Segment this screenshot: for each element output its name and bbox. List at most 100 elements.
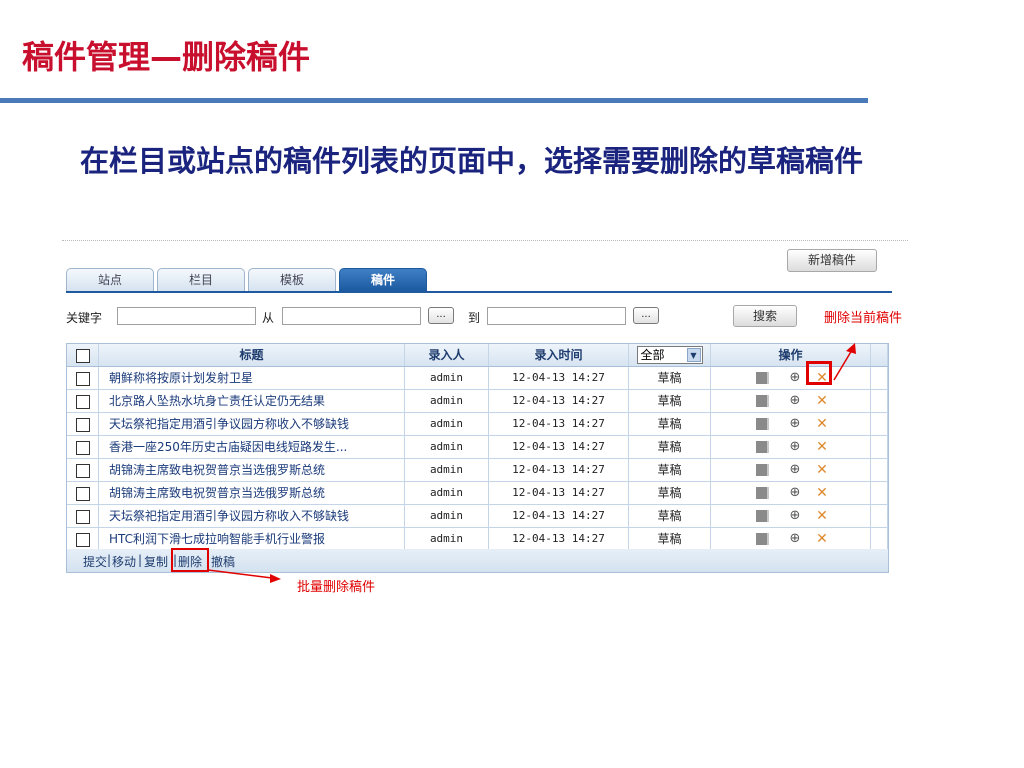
preview-icon[interactable]: [756, 487, 769, 499]
row-title-link[interactable]: 胡锦涛主席致电祝贺普京当选俄罗斯总统: [99, 482, 405, 504]
date-from-input[interactable]: [282, 307, 421, 325]
row-status: 草稿: [629, 459, 711, 481]
row-checkbox[interactable]: [75, 463, 90, 478]
submit-link[interactable]: 提交: [83, 553, 107, 570]
preview-icon[interactable]: [756, 464, 769, 476]
table-row: 北京路人坠热水坑身亡责任认定仍无结果 admin 12-04-13 14:27 草稿 ⊕…: [67, 390, 888, 413]
table-row: 朝鲜称将按原计划发射卫星 admin 12-04-13 14:27 草稿 ⊕ ✕: [67, 367, 888, 390]
row-title-link[interactable]: HTC利润下滑七成拉响智能手机行业警报: [99, 528, 405, 550]
row-spacer: [871, 436, 888, 458]
row-ops: ⊕ ✕: [711, 367, 871, 389]
search-button[interactable]: 搜索: [733, 305, 797, 327]
row-author: admin: [405, 528, 489, 550]
row-checkbox[interactable]: [75, 486, 90, 501]
row-ops: ⊕ ✕: [711, 528, 871, 550]
delete-icon[interactable]: ✕: [815, 509, 829, 523]
row-title-link[interactable]: 胡锦涛主席致电祝贺普京当选俄罗斯总统: [99, 459, 405, 481]
preview-icon[interactable]: [756, 533, 769, 545]
row-status: 草稿: [629, 505, 711, 527]
preview-icon[interactable]: [756, 510, 769, 522]
row-author: admin: [405, 413, 489, 435]
row-spacer: [871, 367, 888, 389]
zoom-in-icon[interactable]: ⊕: [788, 509, 802, 523]
status-filter-value: 全部: [640, 348, 665, 362]
status-filter-select[interactable]: 全部 ▼: [636, 346, 703, 364]
separator: |: [107, 553, 112, 567]
batch-delete-highlight: [171, 548, 209, 572]
row-spacer: [871, 505, 888, 527]
table-row: 天坛祭祀指定用酒引争议园方称收入不够缺钱 admin 12-04-13 14:27 草…: [67, 413, 888, 436]
row-title-link[interactable]: 香港一座250年历史古庙疑因电线短路发生...: [99, 436, 405, 458]
delete-current-annotation: 删除当前稿件: [824, 311, 903, 326]
withdraw-link[interactable]: 撤稿: [211, 553, 235, 570]
row-time: 12-04-13 14:27: [489, 459, 629, 481]
row-author: admin: [405, 505, 489, 527]
row-checkbox[interactable]: [75, 532, 90, 547]
row-checkbox[interactable]: [75, 394, 90, 409]
title-divider: [0, 98, 868, 103]
row-ops: ⊕ ✕: [711, 505, 871, 527]
delete-icon[interactable]: ✕: [815, 463, 829, 477]
row-checkbox[interactable]: [75, 371, 90, 386]
row-select-cell: [67, 413, 99, 435]
zoom-in-icon[interactable]: ⊕: [788, 417, 802, 431]
row-title-link[interactable]: 北京路人坠热水坑身亡责任认定仍无结果: [99, 390, 405, 412]
zoom-in-icon[interactable]: ⊕: [788, 486, 802, 500]
tab-template[interactable]: 模板: [248, 268, 336, 291]
move-link[interactable]: 移动: [112, 553, 136, 570]
row-title-link[interactable]: 天坛祭祀指定用酒引争议园方称收入不够缺钱: [99, 413, 405, 435]
tab-site[interactable]: 站点: [66, 268, 154, 291]
row-spacer: [871, 528, 888, 550]
chevron-down-icon: ▼: [686, 348, 701, 362]
copy-link[interactable]: 复制: [144, 553, 168, 570]
select-all-checkbox[interactable]: [75, 348, 90, 363]
date-to-picker-button[interactable]: ...: [633, 307, 659, 324]
delete-icon[interactable]: ✕: [815, 417, 829, 431]
row-checkbox[interactable]: [75, 417, 90, 432]
row-time: 12-04-13 14:27: [489, 528, 629, 550]
header-status-cell: 全部 ▼: [629, 344, 711, 366]
date-from-picker-button[interactable]: ...: [428, 307, 454, 324]
keyword-input[interactable]: [117, 307, 256, 325]
delete-icon[interactable]: ✕: [815, 394, 829, 408]
article-table: 标题 录入人 录入时间 全部 ▼ 操作 朝鲜称将按原计划发射卫星 admin 12-0…: [66, 343, 889, 552]
row-select-cell: [67, 459, 99, 481]
to-label: 到: [468, 311, 481, 325]
slide-subtitle: 在栏目或站点的稿件列表的页面中，选择需要删除的草稿稿件: [80, 144, 864, 178]
table-row: 天坛祭祀指定用酒引争议园方称收入不够缺钱 admin 12-04-13 14:27 草…: [67, 505, 888, 528]
row-checkbox[interactable]: [75, 440, 90, 455]
row-ops: ⊕ ✕: [711, 482, 871, 504]
zoom-in-icon[interactable]: ⊕: [788, 463, 802, 477]
preview-icon[interactable]: [756, 372, 769, 384]
row-time: 12-04-13 14:27: [489, 413, 629, 435]
preview-icon[interactable]: [756, 395, 769, 407]
search-bar: 关键字 从 ... 到 ...: [66, 304, 926, 328]
row-title-link[interactable]: 朝鲜称将按原计划发射卫星: [99, 367, 405, 389]
zoom-in-icon[interactable]: ⊕: [788, 394, 802, 408]
delete-current-highlight: [806, 361, 832, 385]
delete-icon[interactable]: ✕: [815, 440, 829, 454]
row-time: 12-04-13 14:27: [489, 390, 629, 412]
zoom-in-icon[interactable]: ⊕: [788, 440, 802, 454]
row-checkbox[interactable]: [75, 509, 90, 524]
date-to-input[interactable]: [487, 307, 626, 325]
row-ops: ⊕ ✕: [711, 413, 871, 435]
row-author: admin: [405, 367, 489, 389]
row-spacer: [871, 390, 888, 412]
zoom-in-icon[interactable]: ⊕: [788, 371, 802, 385]
preview-icon[interactable]: [756, 441, 769, 453]
table-header: 标题 录入人 录入时间 全部 ▼ 操作: [67, 344, 888, 367]
delete-icon[interactable]: ✕: [815, 486, 829, 500]
preview-icon[interactable]: [756, 418, 769, 430]
from-label: 从: [262, 311, 275, 325]
row-title-link[interactable]: 天坛祭祀指定用酒引争议园方称收入不够缺钱: [99, 505, 405, 527]
zoom-in-icon[interactable]: ⊕: [788, 532, 802, 546]
delete-icon[interactable]: ✕: [815, 532, 829, 546]
row-ops: ⊕ ✕: [711, 390, 871, 412]
separator: |: [138, 553, 143, 567]
dotted-divider: [62, 240, 908, 241]
tab-article[interactable]: 稿件: [339, 268, 427, 291]
row-status: 草稿: [629, 436, 711, 458]
tab-column[interactable]: 栏目: [157, 268, 245, 291]
row-time: 12-04-13 14:27: [489, 505, 629, 527]
